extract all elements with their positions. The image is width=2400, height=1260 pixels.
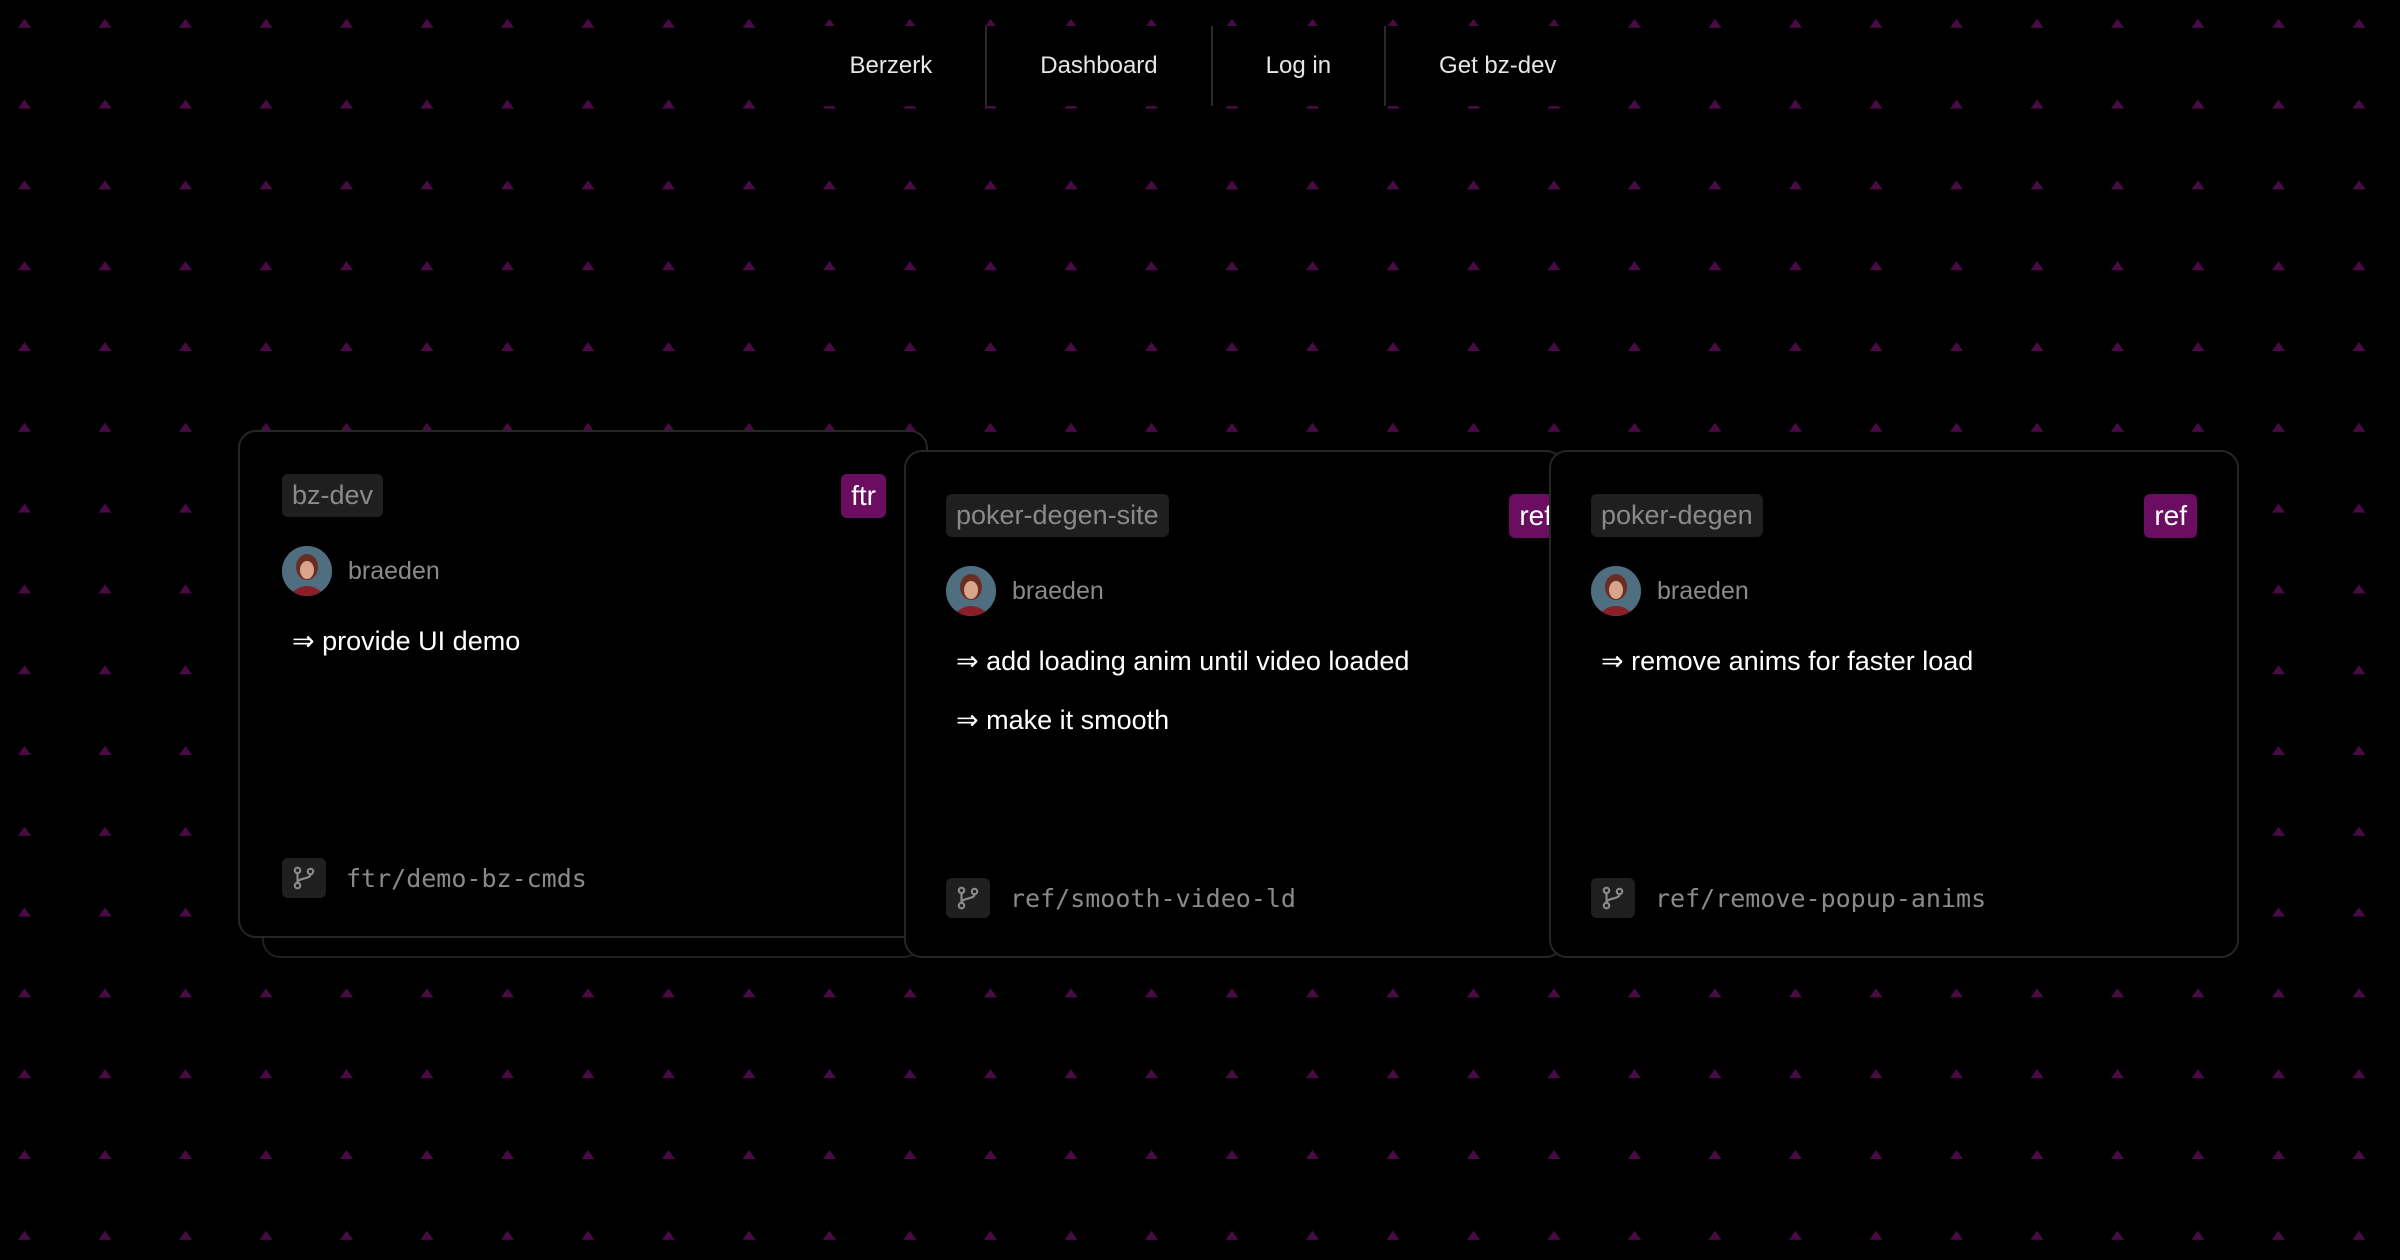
task-item: ⇒ provide UI demo [292, 626, 521, 656]
author-name: braeden [1012, 576, 1104, 605]
branch-row: ref/remove-popup-anims [1591, 878, 1986, 918]
repo-chip: poker-degen-site [946, 494, 1169, 537]
branch-row: ftr/demo-bz-cmds [282, 858, 587, 898]
task-list: ⇒ add loading anim until video loaded ⇒ … [956, 646, 1409, 764]
branch-name[interactable]: ref/remove-popup-anims [1655, 884, 1986, 913]
nav-link-dashboard[interactable]: Dashboard [987, 26, 1210, 106]
task-card-poker-degen[interactable]: poker-degen ref braeden ⇒ remove anims f… [1549, 450, 2239, 958]
author-name: braeden [348, 556, 440, 585]
task-card-poker-degen-site[interactable]: poker-degen-site ref braeden ⇒ add loadi… [904, 450, 1564, 958]
type-badge: ftr [841, 474, 886, 518]
branch-name[interactable]: ref/smooth-video-ld [1010, 884, 1296, 913]
branch-name[interactable]: ftr/demo-bz-cmds [346, 864, 587, 893]
avatar [1591, 566, 1641, 616]
author: braeden [282, 546, 440, 596]
top-navigation: Berzerk Dashboard Log in Get bz-dev [0, 26, 2400, 106]
branch-row: ref/smooth-video-ld [946, 878, 1296, 918]
task-list: ⇒ remove anims for faster load [1601, 646, 1973, 705]
author: braeden [946, 566, 1104, 616]
repo-chip: poker-degen [1591, 494, 1763, 537]
author-name: braeden [1657, 576, 1749, 605]
task-item: ⇒ make it smooth [956, 705, 1170, 735]
task-list: ⇒ provide UI demo [292, 626, 520, 685]
nav-link-get-bz-dev[interactable]: Get bz-dev [1386, 26, 1609, 106]
task-item: ⇒ add loading anim until video loaded [956, 646, 1410, 676]
nav-link-log-in[interactable]: Log in [1213, 26, 1384, 106]
nav-link-berzerk[interactable]: Berzerk [797, 26, 986, 106]
avatar [282, 546, 332, 596]
repo-chip: bz-dev [282, 474, 384, 517]
author: braeden [1591, 566, 1749, 616]
git-branch-icon [1591, 878, 1635, 918]
git-branch-icon [946, 878, 990, 918]
task-item: ⇒ remove anims for faster load [1601, 646, 1974, 676]
git-branch-icon [282, 858, 326, 898]
type-badge: ref [2144, 494, 2197, 538]
task-card-bz-dev[interactable]: bz-dev ftr braeden ⇒ provide UI demo ftr… [238, 430, 928, 938]
nav-bar: Berzerk Dashboard Log in Get bz-dev [796, 26, 1610, 106]
avatar [946, 566, 996, 616]
